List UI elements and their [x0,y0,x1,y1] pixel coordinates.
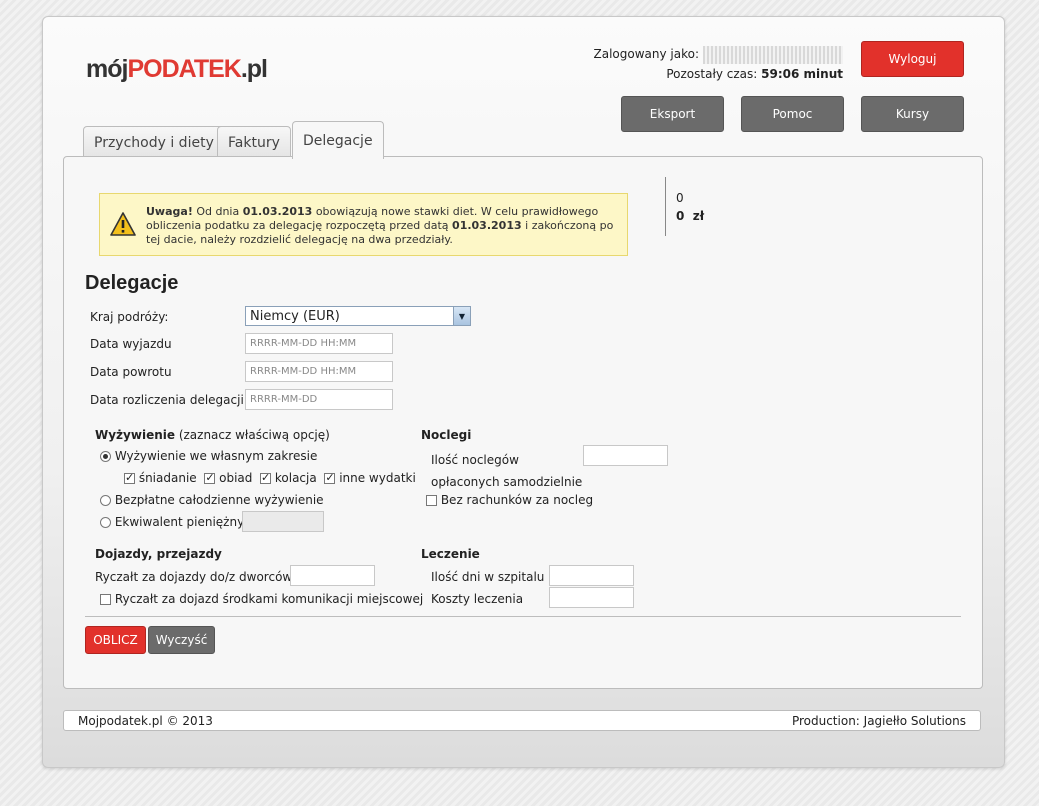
summary-line1: 0 [676,191,684,205]
country-label: Kraj podróży: [90,310,169,324]
return-label: Data powrotu [90,365,172,379]
login-info: Zalogowany jako: Pozostały czas: 59:06 m… [593,44,843,84]
treatment-cost-label: Koszty leczenia [431,592,524,606]
other-expenses-option[interactable]: inne wydatki [324,471,416,485]
time-label: Pozostały czas: [666,67,758,81]
treatment-cost-input[interactable] [549,587,634,608]
settlement-input[interactable]: RRRR-MM-DD [245,389,393,410]
footer-copyright: Mojpodatek.pl © 2013 [78,713,213,728]
rates-button[interactable]: Kursy [861,96,964,132]
nights-input[interactable] [583,445,668,466]
tab-income-allowances[interactable]: Przychody i diety [83,126,225,158]
warning-icon [110,212,136,240]
logged-as-label: Zalogowany jako: [593,47,700,61]
lunch-checkbox[interactable] [204,471,216,484]
logout-button[interactable]: Wyloguj [861,41,964,77]
settlement-label: Data rozliczenia delegacji [90,393,244,407]
lodging-title: Noclegi [421,428,472,442]
calculate-button[interactable]: OBLICZ [85,626,146,654]
warning-box: Uwaga! Od dnia 01.03.2013 obowiązują now… [99,193,628,256]
footer-production: Production: Jagiełło Solutions [791,713,966,728]
tab-delegations[interactable]: Delegacje [292,121,384,159]
divider [85,616,961,617]
meals-own-option[interactable]: Wyżywienie we własnym zakresie [100,449,317,463]
departure-label: Data wyjazdu [90,337,172,351]
clear-button[interactable]: Wyczyść [148,626,215,654]
help-button[interactable]: Pomoc [741,96,844,132]
lump-local-checkbox[interactable] [100,594,111,605]
time-remaining: 59:06 minut [761,67,843,81]
country-select[interactable]: Niemcy (EUR) ▼ [245,306,471,326]
site-logo[interactable]: mójPODATEK.pl [86,55,268,84]
departure-input[interactable]: RRRR-MM-DD HH:MM [245,333,393,354]
no-receipts-checkbox[interactable] [426,495,437,506]
tab-invoices[interactable]: Faktury [217,126,291,158]
lump-local-option[interactable]: Ryczałt za dojazd środkami komunikacji m… [100,592,423,606]
other-expenses-checkbox[interactable] [324,471,336,484]
meals-cash-option[interactable]: Ekwiwalent pieniężny [100,515,244,529]
meals-cash-radio[interactable] [100,517,111,528]
meals-title: Wyżywienie [95,428,175,442]
no-receipts-option[interactable]: Bez rachunków za nocleg [426,493,593,507]
nights-label: Ilość noclegów opłaconych samodzielnie [431,453,583,489]
meals-hint: (zaznacz właściwą opcję) [175,428,330,442]
lunch-option[interactable]: obiad [204,471,252,485]
username-redacted [703,45,843,64]
breakfast-option[interactable]: śniadanie [124,471,197,485]
cash-equivalent-input[interactable] [242,511,324,532]
return-input[interactable]: RRRR-MM-DD HH:MM [245,361,393,382]
lump-station-label: Ryczałt za dojazdy do/z dworców [95,570,293,584]
export-button[interactable]: Eksport [621,96,724,132]
meals-free-option[interactable]: Bezpłatne całodzienne wyżywienie [100,493,324,507]
lump-station-input[interactable] [290,565,375,586]
summary-box: 0 0 zł [665,177,704,236]
dinner-checkbox[interactable] [260,471,272,484]
footer: Mojpodatek.pl © 2013 Production: Jagiełł… [63,710,981,731]
hospital-days-input[interactable] [549,565,634,586]
summary-currency: zł [692,209,705,223]
breakfast-checkbox[interactable] [124,471,135,484]
commute-title: Dojazdy, przejazdy [95,547,222,561]
treatment-title: Leczenie [421,547,480,561]
summary-amount: 0 [676,209,685,223]
hospital-days-label: Ilość dni w szpitalu [431,570,545,584]
meals-free-radio[interactable] [100,495,111,506]
meals-own-radio[interactable] [100,451,111,462]
dinner-option[interactable]: kolacja [260,471,317,485]
page-title: Delegacje [85,272,179,294]
chevron-down-icon[interactable]: ▼ [453,307,470,325]
